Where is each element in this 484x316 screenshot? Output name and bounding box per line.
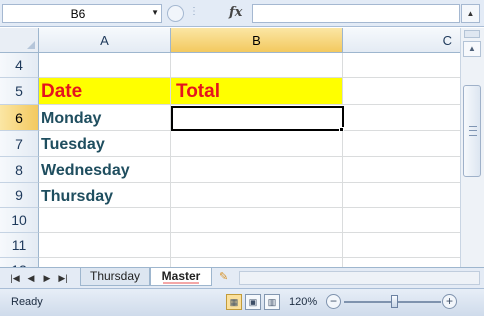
status-text: Ready [11,296,43,308]
expand-formula-bar-button[interactable]: ▲ [461,4,480,23]
cell-b7[interactable] [171,131,343,157]
name-box[interactable]: B6 ▼ [2,4,162,23]
cell-b10[interactable] [171,208,343,233]
cell-c5[interactable] [343,78,460,105]
first-sheet-icon: |◀ [10,273,20,283]
normal-view-button[interactable]: ▦ [226,294,242,310]
triangle-right-icon: ▶ [43,273,51,283]
grip-icon [469,126,477,136]
cell-a9[interactable]: Thursday [39,183,171,208]
zoom-out-button[interactable]: − [326,294,341,309]
column-header-a[interactable]: A [39,28,171,53]
grip-dots-icon[interactable]: ⋮ [189,6,200,17]
row-header-6[interactable]: 6 [0,105,39,131]
triangle-up-icon: ▲ [468,44,476,53]
vertical-scrollbar[interactable]: ▲ [460,28,484,267]
name-box-value: B6 [70,7,86,21]
cell-c6[interactable] [344,105,460,131]
page-break-icon: ▥ [267,297,277,307]
cell-c7[interactable] [343,131,460,157]
cell-b11[interactable] [171,233,343,258]
grid-icon: ▦ [229,297,239,307]
row-header-9[interactable]: 9 [0,183,39,208]
formula-input[interactable] [252,4,460,23]
page-layout-view-button[interactable]: ▣ [245,294,261,310]
column-header-c[interactable]: C [343,28,460,53]
triangle-left-icon: ◀ [27,273,35,283]
formula-controls: ⋮ fx [167,4,251,23]
formula-bar: B6 ▼ ⋮ fx ▲ [0,0,484,27]
chevron-up-icon: ▲ [466,9,475,18]
cell-c10[interactable] [343,208,460,233]
insert-worksheet-icon[interactable]: ✎ [219,270,237,285]
row-header-7[interactable]: 7 [0,131,39,157]
split-box[interactable] [464,30,480,38]
plus-icon: + [445,294,453,308]
cell-a7[interactable]: Tuesday [39,131,171,157]
cell-c12[interactable] [343,258,460,267]
zoom-level[interactable]: 120% [289,296,317,308]
cell-b9[interactable] [171,183,343,208]
row-header-10[interactable]: 10 [0,208,39,233]
scroll-up-button[interactable]: ▲ [463,41,481,57]
cell-a10[interactable] [39,208,171,233]
cell-a5[interactable]: Date [39,78,171,105]
zoom-slider-thumb[interactable] [391,295,398,308]
select-all-button[interactable] [0,28,39,53]
first-sheet-button[interactable]: |◀ [8,271,22,285]
cell-c8[interactable] [343,157,460,183]
cell-a4[interactable] [39,53,171,78]
cell-a8[interactable]: Wednesday [39,157,171,183]
cell-a12[interactable] [39,258,171,267]
row-header-11[interactable]: 11 [0,233,39,258]
cell-b8[interactable] [171,157,343,183]
row-header-4[interactable]: 4 [0,53,39,78]
column-header-b[interactable]: B [171,28,343,53]
row-header-8[interactable]: 8 [0,157,39,183]
last-sheet-icon: ▶| [58,273,68,283]
cell-c11[interactable] [343,233,460,258]
sheet-tab-bar: |◀ ◀ ▶ ▶| Thursday Master ✎ [0,267,484,288]
status-bar: Ready ▦ ▣ ▥ 120% − + [0,288,484,316]
zoom-in-button[interactable]: + [442,294,457,309]
row-header-5[interactable]: 5 [0,78,39,105]
cell-b6-active[interactable] [171,106,344,131]
cell-b5[interactable]: Total [171,78,343,105]
circle-icon [167,5,184,22]
cell-c9[interactable] [343,183,460,208]
tab-color-underline [163,282,199,284]
insert-function-button[interactable]: fx [229,5,242,20]
cell-b12[interactable] [171,258,343,267]
sheet-tab-master[interactable]: Master [150,268,212,286]
page-layout-icon: ▣ [248,297,258,307]
cell-a6[interactable]: Monday [39,105,171,131]
row-header-12[interactable]: 12 [0,258,39,267]
cell-a11[interactable] [39,233,171,258]
last-sheet-button[interactable]: ▶| [56,271,70,285]
chevron-down-icon[interactable]: ▼ [151,8,159,17]
horizontal-scrollbar[interactable] [239,271,480,285]
vertical-scroll-thumb[interactable] [463,85,481,177]
prev-sheet-button[interactable]: ◀ [24,271,38,285]
page-break-preview-button[interactable]: ▥ [264,294,280,310]
sheet-tab-master-label: Master [161,269,201,283]
sheet-tab-thursday[interactable]: Thursday [80,268,150,286]
next-sheet-button[interactable]: ▶ [40,271,54,285]
minus-icon: − [329,294,337,308]
cell-c4[interactable] [343,53,460,78]
worksheet-grid: A B C 4 5 Date Total 6 Monday 7 Tuesday … [0,28,460,267]
cell-b4[interactable] [171,53,343,78]
